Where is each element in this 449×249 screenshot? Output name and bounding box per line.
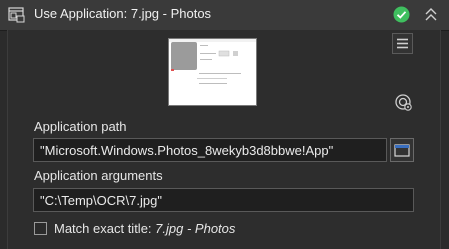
target-settings-icon[interactable]: [394, 93, 413, 112]
hamburger-menu-icon: [397, 38, 408, 49]
application-window-icon: [8, 7, 25, 23]
application-path-label: Application path: [34, 119, 127, 134]
application-arguments-label: Application arguments: [34, 168, 163, 183]
application-path-field[interactable]: "Microsoft.Windows.Photos_8wekyb3d8bbwe!…: [33, 138, 387, 162]
application-screenshot-thumbnail[interactable]: [168, 38, 257, 106]
application-arguments-field[interactable]: "C:\Temp\OCR\7.jpg": [33, 188, 414, 212]
right-border: [440, 30, 441, 249]
match-exact-title-checkbox[interactable]: [34, 222, 47, 235]
activity-header[interactable]: Use Application: 7.jpg - Photos: [0, 0, 449, 31]
match-exact-title-label: Match exact title: 7.jpg - Photos: [54, 221, 235, 236]
match-exact-title-value: 7.jpg - Photos: [155, 221, 236, 236]
activity-title: Use Application: 7.jpg - Photos: [34, 6, 212, 21]
thumbnail-preview-image: [169, 39, 256, 105]
browse-application-button[interactable]: [390, 138, 414, 162]
match-exact-title-text: Match exact title:: [54, 221, 152, 236]
check-circle-icon: [393, 6, 410, 23]
collapse-double-chevron-icon[interactable]: [422, 5, 440, 25]
left-border: [7, 30, 8, 249]
browse-window-icon: [394, 144, 410, 157]
use-application-activity: Use Application: 7.jpg - Photos Applicat…: [0, 0, 449, 249]
hamburger-menu-button[interactable]: [392, 33, 413, 54]
